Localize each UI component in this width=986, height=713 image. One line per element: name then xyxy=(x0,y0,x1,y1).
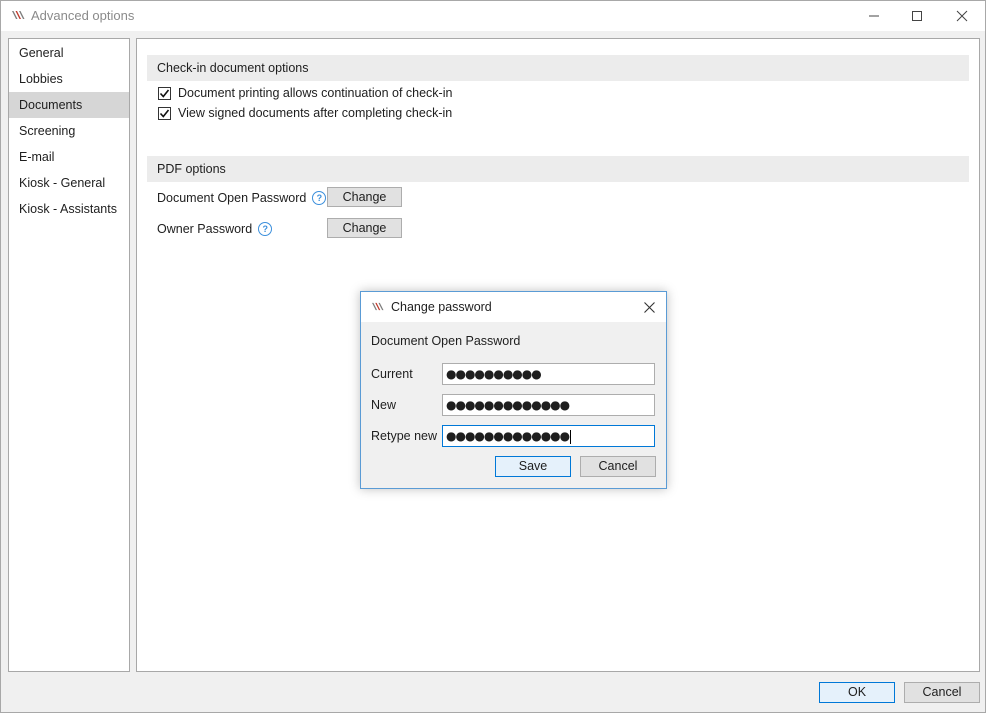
minimize-button[interactable] xyxy=(851,1,897,31)
owner-password-row: Owner Password ? xyxy=(157,219,273,239)
checkbox[interactable] xyxy=(158,86,171,100)
retype-password-label: Retype new xyxy=(371,429,438,443)
new-password-field[interactable]: ●●●●●●●●●●●●● xyxy=(442,394,655,416)
close-button[interactable] xyxy=(939,1,985,31)
sidebar-item-lobbies[interactable]: Lobbies xyxy=(9,66,129,92)
new-password-label: New xyxy=(371,398,397,412)
change-password-dialog: Change password Document Open Password C… xyxy=(360,291,667,489)
dialog-title-bar[interactable]: Change password xyxy=(361,292,666,322)
retype-password-value: ●●●●●●●●●●●●● xyxy=(446,429,570,443)
app-logo-icon xyxy=(372,302,384,311)
dialog-close-button[interactable] xyxy=(638,296,660,318)
text-caret xyxy=(570,429,572,444)
ok-button[interactable]: OK xyxy=(819,682,895,703)
cancel-button[interactable]: Cancel xyxy=(904,682,980,703)
sidebar-item-general[interactable]: General xyxy=(9,40,129,66)
sidebar-item-kiosk-general[interactable]: Kiosk - General xyxy=(9,170,129,196)
sidebar-nav: General Lobbies Documents Screening E-ma… xyxy=(8,38,130,672)
checkin-option-printing[interactable]: Document printing allows continuation of… xyxy=(158,83,452,103)
new-password-value: ●●●●●●●●●●●●● xyxy=(446,398,570,412)
minimize-icon xyxy=(869,15,879,17)
sidebar-item-screening[interactable]: Screening xyxy=(9,118,129,144)
sidebar-item-kiosk-assistants[interactable]: Kiosk - Assistants xyxy=(9,196,129,222)
owner-password-label: Owner Password xyxy=(157,222,253,236)
current-password-field[interactable]: ●●●●●●●●●● xyxy=(442,363,655,385)
checkin-section-header: Check-in document options xyxy=(147,55,969,81)
maximize-icon xyxy=(912,11,922,21)
current-password-value: ●●●●●●●●●● xyxy=(446,367,542,381)
close-icon xyxy=(643,301,655,313)
close-icon xyxy=(956,10,968,22)
help-icon[interactable]: ? xyxy=(258,222,273,236)
change-open-password-button[interactable]: Change xyxy=(327,187,402,207)
dialog-title: Change password xyxy=(391,300,492,314)
app-logo-icon xyxy=(12,11,25,19)
checkbox[interactable] xyxy=(158,106,171,120)
advanced-options-window: Advanced options General Lobbies Documen… xyxy=(0,0,986,713)
window-title: Advanced options xyxy=(31,8,135,23)
dialog-cancel-button[interactable]: Cancel xyxy=(580,456,656,477)
checkin-option-view-signed[interactable]: View signed documents after completing c… xyxy=(158,103,452,123)
retype-password-field[interactable]: ●●●●●●●●●●●●● xyxy=(442,425,655,447)
maximize-button[interactable] xyxy=(894,1,940,31)
checkbox-label: Document printing allows continuation of… xyxy=(178,86,453,100)
dialog-save-button[interactable]: Save xyxy=(495,456,571,477)
change-owner-password-button[interactable]: Change xyxy=(327,218,402,238)
checkbox-label: View signed documents after completing c… xyxy=(178,106,453,120)
document-open-password-label: Document Open Password xyxy=(157,191,307,205)
title-bar[interactable]: Advanced options xyxy=(1,1,985,31)
checkmark-icon xyxy=(159,109,170,118)
current-password-label: Current xyxy=(371,367,413,381)
help-icon[interactable]: ? xyxy=(312,191,327,205)
document-open-password-row: Document Open Password ? xyxy=(157,188,327,208)
sidebar-item-documents[interactable]: Documents xyxy=(9,92,129,118)
pdf-section-header: PDF options xyxy=(147,156,969,182)
sidebar-item-email[interactable]: E-mail xyxy=(9,144,129,170)
dialog-subtitle: Document Open Password xyxy=(371,334,521,348)
checkmark-icon xyxy=(159,89,170,98)
